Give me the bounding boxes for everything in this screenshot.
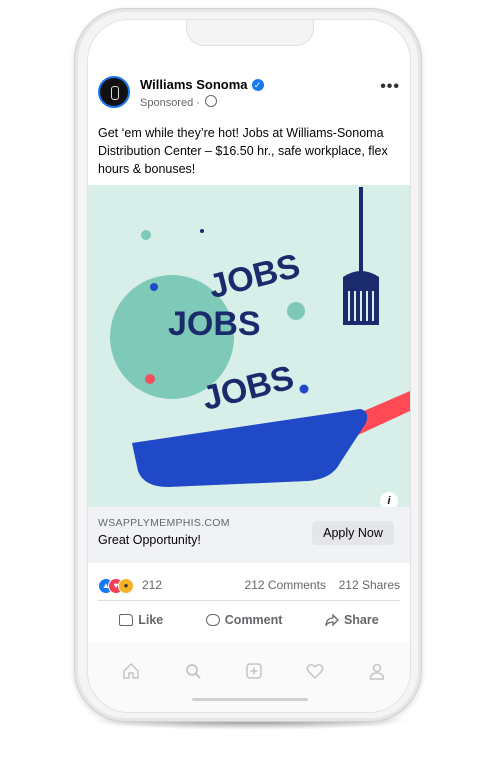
- comment-icon: [205, 614, 220, 626]
- share-label: Share: [343, 613, 379, 627]
- bottom-nav: [88, 642, 410, 712]
- thumbs-up-icon: [119, 614, 134, 626]
- apply-now-button[interactable]: Apply Now: [312, 521, 394, 545]
- home-indicator-bar[interactable]: [192, 698, 308, 701]
- navy-dot: [200, 229, 204, 233]
- red-dot: [145, 374, 155, 384]
- page-name[interactable]: Williams Sonoma ✓: [140, 77, 264, 92]
- share-button[interactable]: Share: [325, 606, 379, 634]
- teal-dot-small: [141, 230, 151, 240]
- comment-label: Comment: [224, 613, 283, 627]
- jobs-word-2: JOBS: [168, 305, 261, 343]
- home-icon[interactable]: [122, 662, 140, 680]
- create-icon[interactable]: [245, 662, 263, 680]
- like-button[interactable]: Like: [119, 606, 163, 634]
- spatula-icon: [343, 187, 379, 325]
- post-text: Get ‘em while they’re hot! Jobs at Willi…: [98, 126, 388, 176]
- sponsored-text: Sponsored ·: [140, 97, 200, 109]
- wow-reaction-icon: ●: [118, 578, 134, 594]
- share-icon: [325, 614, 339, 626]
- jobs-illustration: JOBS JOBS JOBS: [110, 187, 410, 487]
- link-preview-bar[interactable]: WSAPPLYMEMPHIS.COM Great Opportunity! Ap…: [88, 507, 410, 563]
- search-icon[interactable]: [184, 662, 202, 680]
- link-title: Great Opportunity!: [98, 533, 201, 547]
- shares-count[interactable]: 212 Shares: [339, 578, 400, 592]
- like-label: Like: [138, 613, 164, 627]
- link-url: WSAPPLYMEMPHIS.COM: [98, 517, 230, 529]
- phone-screen: Williams Sonoma ✓ Sponsored · ••• Get ‘em…: [87, 19, 411, 713]
- more-options-icon[interactable]: •••: [380, 78, 400, 96]
- reaction-count: 212: [142, 578, 163, 592]
- blue-dot-lower: [299, 384, 309, 394]
- sponsored-label: Sponsored ·: [140, 95, 217, 109]
- blue-dot: [150, 283, 158, 291]
- profile-icon[interactable]: [368, 662, 386, 680]
- comments-count[interactable]: 212 Comments: [245, 578, 326, 592]
- phone-notch: [186, 20, 314, 46]
- divider-top: [98, 600, 400, 601]
- verified-badge-icon: ✓: [251, 79, 264, 91]
- frying-pan-icon: [132, 391, 410, 487]
- post-stats: ▲ ♥ ● 212 212 Comments 212 Shares: [98, 576, 400, 596]
- page-name-text[interactable]: Williams Sonoma: [140, 77, 248, 92]
- teal-dot: [287, 302, 305, 320]
- post-actions: Like Comment Share: [98, 606, 400, 634]
- activity-icon[interactable]: [306, 662, 324, 680]
- phone-frame: Williams Sonoma ✓ Sponsored · ••• Get ‘em…: [74, 8, 422, 722]
- post-header: Williams Sonoma ✓ Sponsored · •••: [98, 76, 400, 116]
- ad-creative-image[interactable]: JOBS JOBS JOBS: [88, 185, 410, 507]
- comment-button[interactable]: Comment: [205, 606, 283, 634]
- page-avatar[interactable]: [98, 76, 130, 108]
- jobs-word-1: JOBS: [205, 247, 304, 306]
- globe-icon: [205, 95, 217, 107]
- stats-right: 212 Comments 212 Shares: [245, 578, 400, 592]
